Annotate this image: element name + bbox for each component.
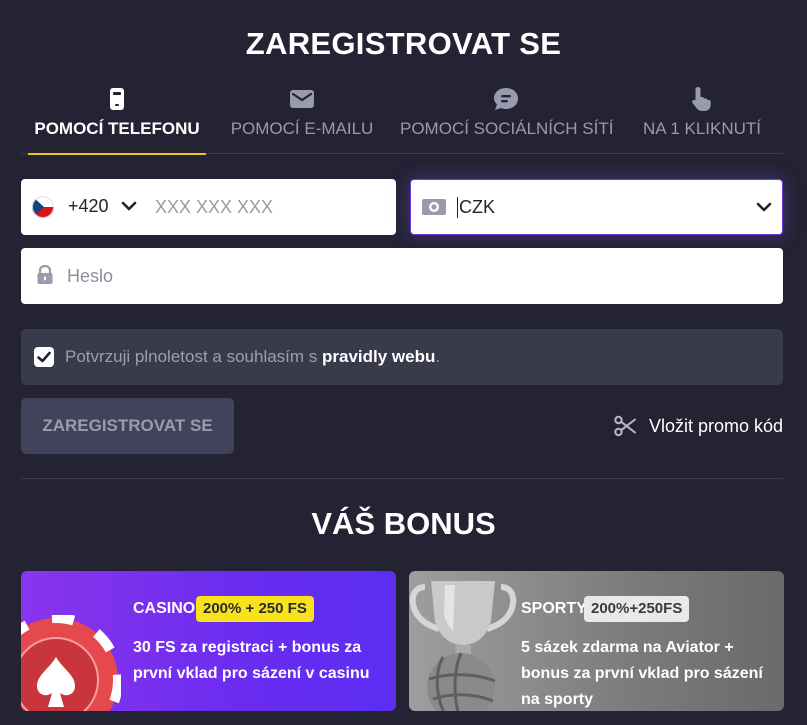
casino-bonus-card[interactable]: CASINO 200% + 250 FS 30 FS za registraci… bbox=[21, 571, 396, 711]
divider bbox=[21, 478, 783, 479]
card-description: 30 FS za registraci + bonus za první vkl… bbox=[133, 639, 370, 682]
tab-phone[interactable]: POMOCÍ TELEFONU bbox=[28, 84, 206, 155]
casino-chip-icon bbox=[21, 615, 121, 711]
czech-flag-icon[interactable] bbox=[32, 196, 54, 218]
chat-bubble-icon bbox=[494, 88, 518, 110]
chevron-down-icon[interactable] bbox=[756, 201, 772, 213]
bonus-badge: 200% + 250 FS bbox=[196, 596, 314, 622]
card-name: CASINO bbox=[133, 600, 196, 617]
tab-label: NA 1 KLIKNUTÍ bbox=[642, 119, 762, 138]
lock-icon bbox=[37, 265, 53, 284]
tab-social[interactable]: POMOCÍ SOCIÁLNÍCH SÍTÍ bbox=[400, 84, 614, 154]
envelope-icon bbox=[290, 90, 314, 108]
tab-label: POMOCÍ SOCIÁLNÍCH SÍTÍ bbox=[400, 119, 614, 138]
checkmark-icon bbox=[37, 351, 51, 363]
consent-row: Potvrzuji plnoletost a souhlasím s pravi… bbox=[21, 329, 783, 385]
card-name: SPORTY bbox=[521, 600, 587, 617]
consent-text-after: . bbox=[435, 347, 441, 366]
promo-code-link[interactable]: Vložit promo kód bbox=[613, 414, 783, 438]
tab-email[interactable]: POMOCÍ E-MAILU bbox=[226, 84, 378, 154]
trophy-icon bbox=[409, 581, 517, 711]
bonus-badge: 200%+250FS bbox=[584, 596, 690, 622]
phone-icon bbox=[110, 88, 124, 110]
password-field bbox=[21, 248, 783, 304]
currency-select[interactable]: CZK bbox=[410, 179, 783, 235]
card-description: 5 sázek zdarma na Aviator + bonus za prv… bbox=[521, 639, 763, 708]
phone-input[interactable] bbox=[155, 189, 385, 225]
phone-field: +420 bbox=[21, 179, 396, 235]
rules-link[interactable]: pravidly webu bbox=[322, 347, 435, 366]
scissors-icon bbox=[614, 415, 636, 437]
password-input[interactable] bbox=[67, 258, 767, 294]
promo-code-label: Vložit promo kód bbox=[649, 416, 784, 436]
bonus-title: VÁŠ BONUS bbox=[311, 506, 496, 541]
consent-text-before: Potvrzuji plnoletost a souhlasím s bbox=[65, 347, 323, 366]
sport-bonus-card[interactable]: SPORTY 200%+250FS 5 sázek zdarma na Avia… bbox=[409, 571, 784, 711]
page-title: ZAREGISTROVAT SE bbox=[245, 26, 562, 61]
dial-code[interactable]: +420 bbox=[68, 196, 109, 217]
register-button[interactable]: ZAREGISTROVAT SE bbox=[21, 398, 234, 454]
banknote-icon bbox=[422, 199, 446, 215]
pointer-hand-icon bbox=[692, 87, 711, 111]
registration-method-tabs: POMOCÍ TELEFONU POMOCÍ E-MAILU POMOCÍ SO… bbox=[21, 84, 783, 155]
currency-value: CZK bbox=[457, 197, 495, 218]
consent-text: Potvrzuji plnoletost a souhlasím s pravi… bbox=[65, 347, 440, 367]
chevron-down-icon[interactable] bbox=[121, 200, 137, 212]
tab-one-click[interactable]: NA 1 KLIKNUTÍ bbox=[635, 84, 769, 154]
consent-checkbox[interactable] bbox=[34, 347, 54, 367]
tab-label: POMOCÍ TELEFONU bbox=[34, 119, 200, 138]
tab-label: POMOCÍ E-MAILU bbox=[230, 119, 374, 138]
